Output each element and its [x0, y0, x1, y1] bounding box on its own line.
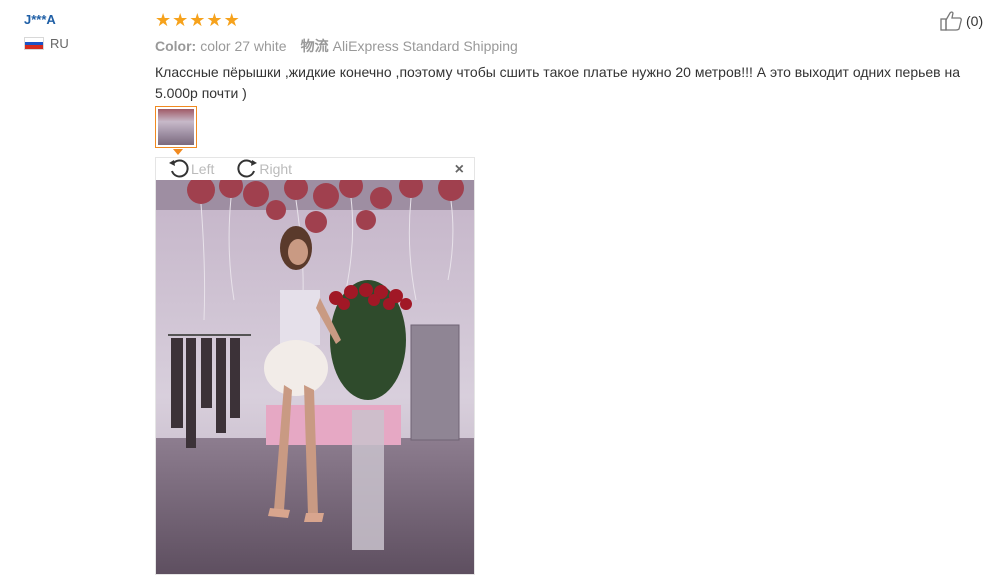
helpful-count: (0): [966, 13, 984, 29]
rotate-right-label: Right: [259, 161, 293, 177]
shipping-label: 物流: [300, 38, 329, 54]
star-rating: ★ ★ ★ ★ ★: [155, 10, 985, 30]
review-text: Классные пёрышки ,жидкие конечно ,поэтом…: [155, 64, 961, 101]
shipping-value: AliExpress Standard Shipping: [332, 38, 518, 54]
rotate-left-icon: [168, 158, 191, 181]
thumbs-up-icon: [940, 10, 964, 32]
star-icon: ★: [172, 10, 189, 30]
reviewer-country: RU: [24, 36, 134, 51]
color-value: color 27 white: [200, 38, 287, 54]
thumbnail-pointer-icon: [173, 149, 183, 155]
rotate-left-button[interactable]: Left: [168, 158, 214, 181]
image-viewer: Left Right ×: [155, 157, 475, 575]
rotate-right-icon: [236, 158, 259, 181]
helpful-button[interactable]: (0): [940, 10, 983, 32]
viewer-toolbar: Left Right ×: [156, 158, 474, 180]
reviewer-name: J***A: [24, 12, 56, 27]
review-photo-thumbnail[interactable]: [155, 106, 197, 148]
order-info: Color: color 27 white 物流 AliExpress Stan…: [155, 36, 985, 56]
review-body: ★ ★ ★ ★ ★ Color: color 27 white 物流 AliEx…: [155, 10, 985, 104]
country-code: RU: [50, 36, 69, 51]
close-icon[interactable]: ×: [455, 161, 464, 179]
star-icon: ★: [189, 10, 206, 30]
star-icon: ★: [155, 10, 172, 30]
star-icon: ★: [223, 10, 240, 30]
review-photo: [156, 180, 474, 574]
thumbnail-image: [158, 109, 194, 145]
reviewer-info: J***A RU: [24, 10, 134, 51]
star-icon: ★: [206, 10, 223, 30]
color-label: Color:: [155, 38, 197, 54]
rotate-left-label: Left: [191, 161, 215, 177]
rotate-right-button[interactable]: Right: [236, 158, 292, 181]
russia-flag-icon: [24, 37, 44, 50]
